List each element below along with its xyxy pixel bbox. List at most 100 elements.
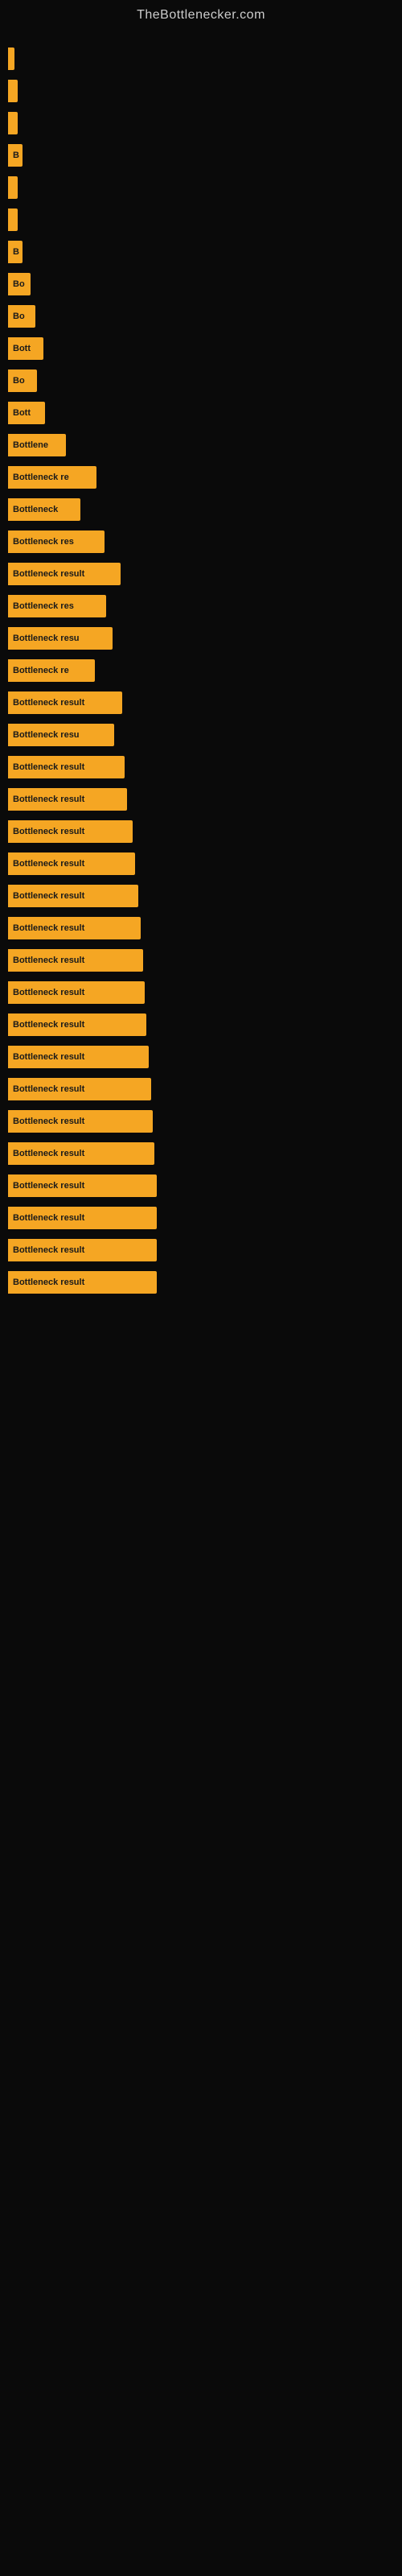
bottleneck-bar: Bottleneck result — [8, 1239, 157, 1261]
bar-row: Bottleneck resu — [0, 719, 402, 751]
bar-label: Bottleneck result — [13, 1149, 84, 1158]
bottleneck-bar: Bottleneck result — [8, 1174, 157, 1197]
bar-row: Bottleneck result — [0, 783, 402, 815]
bar-label: Bott — [13, 344, 31, 353]
bar-row: Bottleneck result — [0, 880, 402, 912]
bar-row: Bott — [0, 332, 402, 365]
bar-row: B — [0, 236, 402, 268]
bar-row — [0, 107, 402, 139]
bar-label: Bottleneck result — [13, 923, 84, 933]
bar-row: Bottleneck result — [0, 1073, 402, 1105]
bottleneck-bar — [8, 208, 18, 231]
bottleneck-bar — [8, 80, 18, 102]
bottleneck-bar: Bottleneck result — [8, 1207, 157, 1229]
bottleneck-bar: Bottleneck resu — [8, 724, 114, 746]
bottleneck-bar: Bottleneck result — [8, 788, 127, 811]
bottleneck-bar: Bottleneck result — [8, 1078, 151, 1100]
bar-label: Bottleneck result — [13, 859, 84, 869]
bar-label: Bottlene — [13, 440, 48, 450]
bar-row: B — [0, 139, 402, 171]
bar-row: Bottleneck result — [0, 848, 402, 880]
bottleneck-bar: Bottleneck result — [8, 691, 122, 714]
bar-label: B — [13, 247, 19, 257]
bar-label: Bottleneck result — [13, 956, 84, 965]
bar-row: Bottleneck result — [0, 687, 402, 719]
bottleneck-bar: Bottleneck result — [8, 820, 133, 843]
bar-label: Bottleneck resu — [13, 634, 80, 643]
bottleneck-bar: Bottleneck re — [8, 466, 96, 489]
bottleneck-bar: Bottlene — [8, 434, 66, 456]
bottleneck-bar — [8, 112, 18, 134]
bottleneck-bar: Bottleneck result — [8, 981, 145, 1004]
bar-label: Bottleneck re — [13, 473, 69, 482]
bottleneck-bar: Bottleneck result — [8, 1271, 157, 1294]
bar-row: Bottleneck result — [0, 1266, 402, 1298]
bar-label: Bottleneck res — [13, 601, 74, 611]
bar-row: Bottleneck result — [0, 912, 402, 944]
bottleneck-bar: Bottleneck re — [8, 659, 95, 682]
bottleneck-bar: Bo — [8, 369, 37, 392]
bottleneck-bar — [8, 176, 18, 199]
bar-row — [0, 204, 402, 236]
bottleneck-bar: Bottleneck result — [8, 949, 143, 972]
bar-row: Bottleneck result — [0, 558, 402, 590]
bar-label: B — [13, 151, 19, 160]
bar-label: Bottleneck resu — [13, 730, 80, 740]
bar-row — [0, 43, 402, 75]
bar-label: Bo — [13, 312, 25, 321]
bar-row: Bottleneck result — [0, 1041, 402, 1073]
bar-label: Bottleneck result — [13, 1213, 84, 1223]
bottleneck-bar: Bottleneck result — [8, 563, 121, 585]
bar-label: Bottleneck result — [13, 1084, 84, 1094]
bar-label: Bottleneck result — [13, 1278, 84, 1287]
bar-row: Bo — [0, 268, 402, 300]
bar-label: Bottleneck re — [13, 666, 69, 675]
bottleneck-bar: Bottleneck result — [8, 852, 135, 875]
bars-container: B B Bo Bo Bott Bo Bott Bottlene Bottleneck re Bot… — [0, 35, 402, 1307]
bar-label: Bottleneck result — [13, 1117, 84, 1126]
bar-label: Bottleneck result — [13, 698, 84, 708]
bar-label: Bottleneck result — [13, 891, 84, 901]
bottleneck-bar: Bottleneck res — [8, 530, 105, 553]
bottleneck-bar: Bottleneck result — [8, 917, 141, 939]
bar-label: Bo — [13, 279, 25, 289]
bottleneck-bar: Bottleneck result — [8, 756, 125, 778]
bar-label: Bott — [13, 408, 31, 418]
bar-row: Bottleneck res — [0, 526, 402, 558]
bar-row: Bottleneck re — [0, 654, 402, 687]
bar-label: Bottleneck result — [13, 988, 84, 997]
site-header: TheBottlenecker.com — [0, 0, 402, 35]
bar-row: Bottleneck re — [0, 461, 402, 493]
bar-row: Bottleneck result — [0, 1170, 402, 1202]
bar-row: Bottleneck resu — [0, 622, 402, 654]
bar-label: Bottleneck — [13, 505, 58, 514]
bar-row: Bo — [0, 365, 402, 397]
bottleneck-bar: B — [8, 241, 23, 263]
bar-label: Bottleneck res — [13, 537, 74, 547]
bar-row: Bottleneck result — [0, 1137, 402, 1170]
bottleneck-bar: Bo — [8, 273, 31, 295]
bar-label: Bottleneck result — [13, 1052, 84, 1062]
bar-row: Bottleneck result — [0, 751, 402, 783]
bottleneck-bar: Bottleneck resu — [8, 627, 113, 650]
bar-row: Bottleneck result — [0, 815, 402, 848]
bar-label: Bottleneck result — [13, 1020, 84, 1030]
bar-row: Bottleneck result — [0, 976, 402, 1009]
bar-label: Bottleneck result — [13, 1245, 84, 1255]
bar-row: Bott — [0, 397, 402, 429]
bottleneck-bar: Bott — [8, 337, 43, 360]
bar-row: Bottleneck result — [0, 1009, 402, 1041]
bar-row: Bottleneck result — [0, 1202, 402, 1234]
bar-row: Bottleneck res — [0, 590, 402, 622]
bar-row: Bottleneck result — [0, 1105, 402, 1137]
bottleneck-bar — [8, 47, 14, 70]
site-title: TheBottlenecker.com — [0, 0, 402, 35]
bar-row: Bottleneck result — [0, 1234, 402, 1266]
bottleneck-bar: Bottleneck res — [8, 595, 106, 617]
bar-label: Bottleneck result — [13, 827, 84, 836]
bottleneck-bar: Bo — [8, 305, 35, 328]
bar-row — [0, 75, 402, 107]
bar-label: Bo — [13, 376, 25, 386]
bar-row: Bottlene — [0, 429, 402, 461]
bottleneck-bar: Bott — [8, 402, 45, 424]
